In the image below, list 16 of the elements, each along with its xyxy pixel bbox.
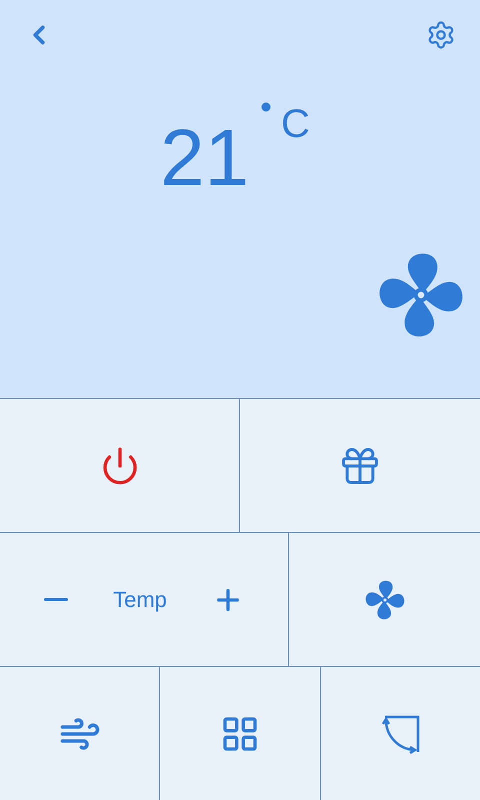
mode-button[interactable] bbox=[160, 666, 321, 800]
swing-icon bbox=[380, 714, 420, 754]
fan-icon bbox=[378, 252, 464, 338]
gift-button[interactable] bbox=[240, 398, 480, 532]
swing-button[interactable] bbox=[321, 666, 480, 800]
fan-speed-button[interactable] bbox=[289, 532, 480, 666]
temp-label: Temp bbox=[113, 586, 167, 614]
power-button[interactable] bbox=[0, 398, 240, 532]
degree-icon bbox=[261, 102, 272, 112]
decrease-button[interactable] bbox=[44, 598, 68, 601]
temperature-value: 21 bbox=[160, 118, 250, 198]
fan-icon bbox=[364, 580, 404, 620]
settings-icon[interactable] bbox=[426, 20, 456, 50]
minus-icon bbox=[44, 598, 68, 601]
temperature-unit: C bbox=[281, 104, 310, 148]
wind-button[interactable] bbox=[0, 666, 160, 800]
